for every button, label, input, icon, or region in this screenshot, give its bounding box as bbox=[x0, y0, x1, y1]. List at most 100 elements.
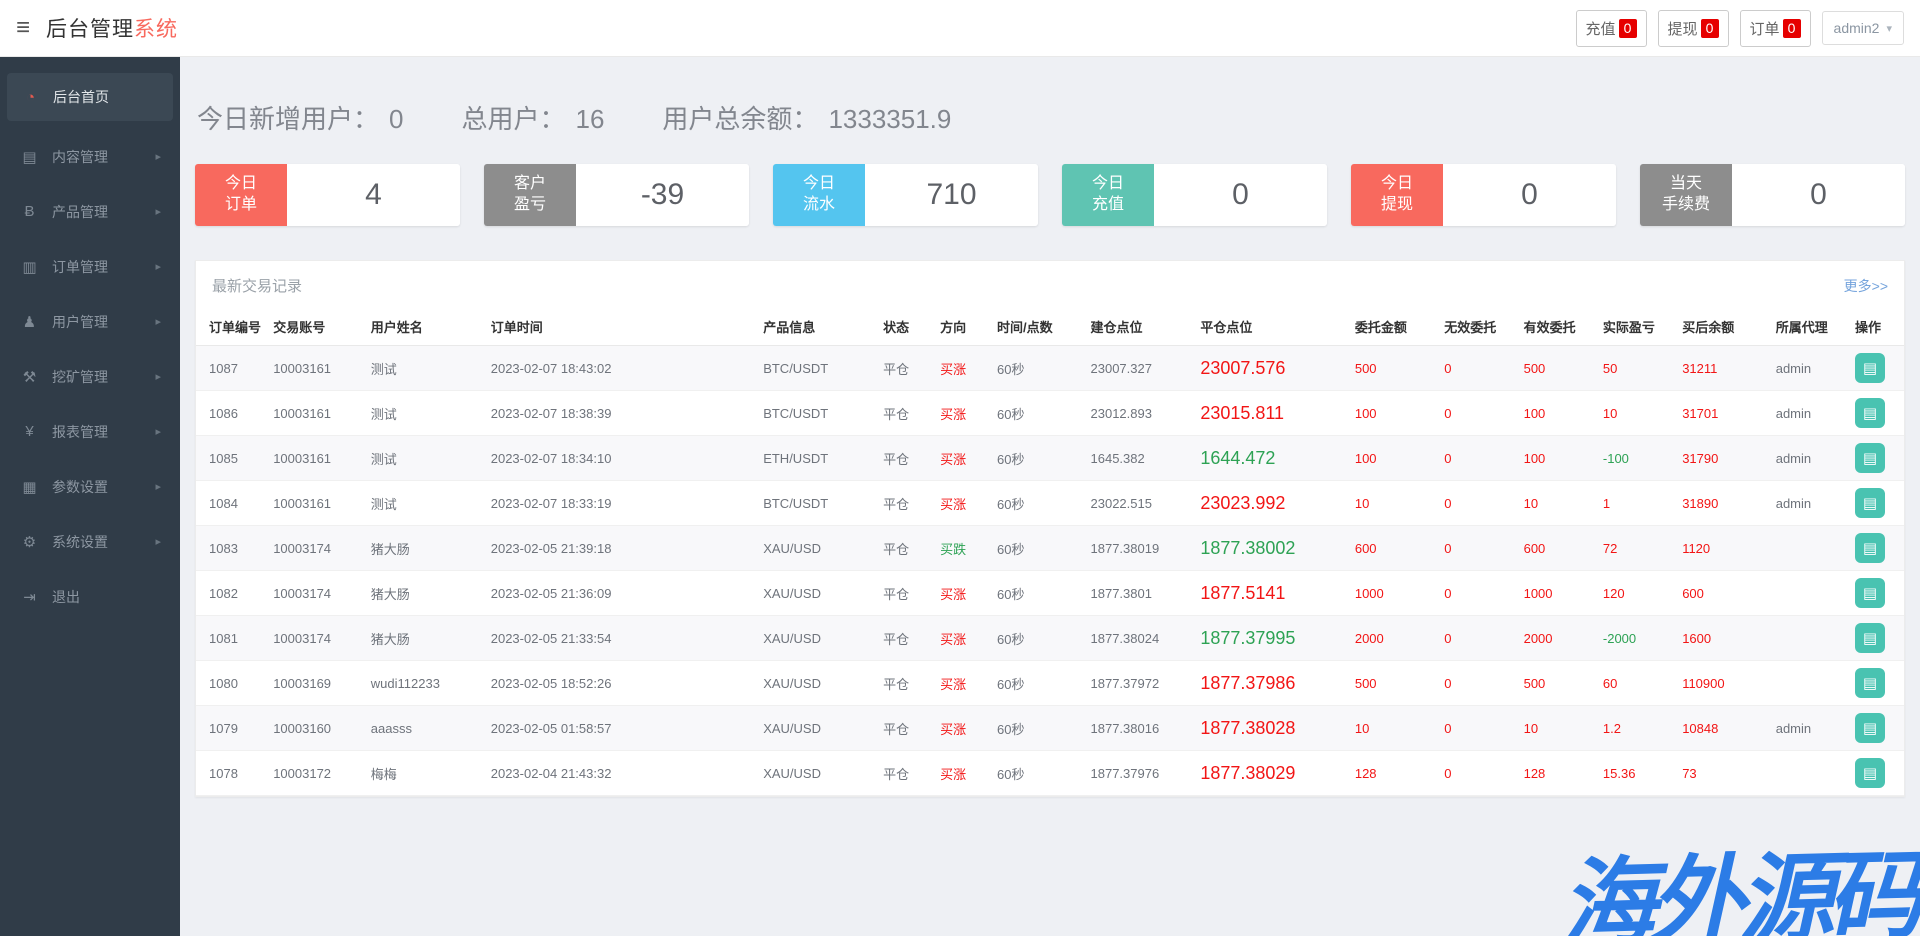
more-link[interactable]: 更多>> bbox=[1844, 276, 1888, 296]
cell-amount: 2000 bbox=[1351, 616, 1440, 661]
user-name: admin2 bbox=[1834, 20, 1880, 36]
view-order-button[interactable]: ▤ bbox=[1855, 533, 1885, 563]
sidebar-item-退出[interactable]: ⇥ 退出 ▸ bbox=[0, 569, 180, 624]
topbar-action-button[interactable]: 订单 0 bbox=[1740, 10, 1811, 47]
card-label-line1: 当天 bbox=[1670, 174, 1702, 195]
column-header: 委托金额 bbox=[1351, 308, 1440, 346]
cell-invalid: 0 bbox=[1440, 391, 1519, 436]
cell-profit: 60 bbox=[1599, 661, 1678, 706]
cell-profit: 1.2 bbox=[1599, 706, 1678, 751]
list-icon: ▤ bbox=[1863, 631, 1877, 646]
cell-open-point: 1877.37972 bbox=[1087, 661, 1197, 706]
sidebar-item-内容管理[interactable]: ▤ 内容管理 ▸ bbox=[0, 129, 180, 184]
sidebar-item-用户管理[interactable]: ♟ 用户管理 ▸ bbox=[0, 294, 180, 349]
summary-card-value: 0 bbox=[1154, 164, 1327, 226]
cell-product: XAU/USD bbox=[759, 706, 879, 751]
sidebar-item-报表管理[interactable]: ¥ 报表管理 ▸ bbox=[0, 404, 180, 459]
column-header: 交易账号 bbox=[269, 308, 367, 346]
cell-user-name: wudi112233 bbox=[367, 661, 487, 706]
sidebar-item-后台首页[interactable]: ◔ 后台首页 ▸ bbox=[7, 73, 173, 121]
column-header: 时间/点数 bbox=[993, 308, 1087, 346]
cell-agent bbox=[1772, 571, 1851, 616]
cell-open-point: 23007.327 bbox=[1087, 346, 1197, 391]
cell-order-no: 1083 bbox=[196, 526, 269, 571]
user-menu[interactable]: admin2 ▾ bbox=[1822, 11, 1904, 45]
list-icon: ▤ bbox=[1863, 541, 1877, 556]
trade-row: 108010003169wudi1122332023-02-05 18:52:2… bbox=[196, 661, 1904, 706]
cell-invalid: 0 bbox=[1440, 661, 1519, 706]
cell-balance: 1120 bbox=[1678, 526, 1772, 571]
summary-card-label: 今日 充值 bbox=[1062, 164, 1154, 226]
sidebar-item-label: 后台首页 bbox=[53, 87, 109, 107]
sidebar-item-产品管理[interactable]: Ƀ 产品管理 ▸ bbox=[0, 184, 180, 239]
cell-balance: 10848 bbox=[1678, 706, 1772, 751]
sidebar-item-挖矿管理[interactable]: ⚒ 挖矿管理 ▸ bbox=[0, 349, 180, 404]
cell-open-point: 23012.893 bbox=[1087, 391, 1197, 436]
view-order-button[interactable]: ▤ bbox=[1855, 488, 1885, 518]
summary-card-label: 客户 盈亏 bbox=[484, 164, 576, 226]
content: 今日新增用户： 0 总用户： 16 用户总余额： 1333351.9 今日 订单… bbox=[180, 57, 1920, 936]
summary-card-value: 710 bbox=[865, 164, 1038, 226]
cell-agent: admin bbox=[1772, 706, 1851, 751]
view-order-button[interactable]: ▤ bbox=[1855, 668, 1885, 698]
cell-product: BTC/USDT bbox=[759, 481, 879, 526]
cell-profit: -2000 bbox=[1599, 616, 1678, 661]
sidebar-item-label: 报表管理 bbox=[52, 422, 108, 442]
column-header: 实际盈亏 bbox=[1599, 308, 1678, 346]
list-icon: ▤ bbox=[1863, 361, 1877, 376]
cell-profit: 1 bbox=[1599, 481, 1678, 526]
summary-card: 今日 流水 710 bbox=[773, 164, 1038, 226]
action-label: 充值 bbox=[1586, 18, 1616, 39]
chevron-right-icon: ▸ bbox=[155, 480, 161, 493]
hamburger-menu-icon[interactable]: ≡ bbox=[16, 16, 30, 40]
view-order-button[interactable]: ▤ bbox=[1855, 758, 1885, 788]
column-header: 方向 bbox=[936, 308, 993, 346]
topbar-action-button[interactable]: 充值 0 bbox=[1576, 10, 1647, 47]
sidebar-item-订单管理[interactable]: ▥ 订单管理 ▸ bbox=[0, 239, 180, 294]
cell-action: ▤ bbox=[1851, 571, 1904, 616]
cell-period: 60秒 bbox=[993, 571, 1087, 616]
cell-profit: 72 bbox=[1599, 526, 1678, 571]
cell-valid: 10 bbox=[1520, 481, 1599, 526]
column-header: 用户姓名 bbox=[367, 308, 487, 346]
card-label-line2: 提现 bbox=[1381, 195, 1413, 216]
view-order-button[interactable]: ▤ bbox=[1855, 713, 1885, 743]
cell-order-no: 1081 bbox=[196, 616, 269, 661]
topbar-action-button[interactable]: 提现 0 bbox=[1658, 10, 1729, 47]
list-icon: ▤ bbox=[1863, 586, 1877, 601]
view-order-button[interactable]: ▤ bbox=[1855, 353, 1885, 383]
view-order-button[interactable]: ▤ bbox=[1855, 578, 1885, 608]
card-label-line1: 今日 bbox=[225, 174, 257, 195]
cell-direction: 买涨 bbox=[936, 571, 993, 616]
stat-label: 今日新增用户： bbox=[197, 99, 379, 136]
cell-direction: 买跌 bbox=[936, 526, 993, 571]
view-order-button[interactable]: ▤ bbox=[1855, 623, 1885, 653]
cell-account: 10003161 bbox=[269, 436, 367, 481]
main-layout: ◔ 后台首页 ▸ ▤ 内容管理 ▸ Ƀ 产品管理 ▸ ▥ 订单管理 ▸ ♟ 用户… bbox=[0, 57, 1920, 936]
stat-total-users: 总用户： 16 bbox=[461, 99, 604, 136]
sidebar-item-label: 参数设置 bbox=[52, 477, 108, 497]
trade-row: 108710003161测试2023-02-07 18:43:02BTC/USD… bbox=[196, 346, 1904, 391]
column-header: 操作 bbox=[1851, 308, 1904, 346]
sidebar-item-系统设置[interactable]: ⚙ 系统设置 ▸ bbox=[0, 514, 180, 569]
cell-period: 60秒 bbox=[993, 526, 1087, 571]
view-order-button[interactable]: ▤ bbox=[1855, 443, 1885, 473]
view-order-button[interactable]: ▤ bbox=[1855, 398, 1885, 428]
cell-action: ▤ bbox=[1851, 706, 1904, 751]
cell-invalid: 0 bbox=[1440, 526, 1519, 571]
cell-action: ▤ bbox=[1851, 346, 1904, 391]
cell-account: 10003174 bbox=[269, 571, 367, 616]
cell-user-name: 测试 bbox=[367, 436, 487, 481]
report-icon: ¥ bbox=[19, 423, 40, 440]
card-label-line2: 充值 bbox=[1092, 195, 1124, 216]
sidebar-item-参数设置[interactable]: ▦ 参数设置 ▸ bbox=[0, 459, 180, 514]
cell-account: 10003161 bbox=[269, 391, 367, 436]
summary-card: 今日 订单 4 bbox=[195, 164, 460, 226]
cell-action: ▤ bbox=[1851, 391, 1904, 436]
cell-user-name: 猪大肠 bbox=[367, 526, 487, 571]
card-label-line2: 订单 bbox=[225, 195, 257, 216]
cell-agent bbox=[1772, 751, 1851, 796]
cell-profit: -100 bbox=[1599, 436, 1678, 481]
cell-status: 平仓 bbox=[879, 661, 936, 706]
cell-balance: 600 bbox=[1678, 571, 1772, 616]
